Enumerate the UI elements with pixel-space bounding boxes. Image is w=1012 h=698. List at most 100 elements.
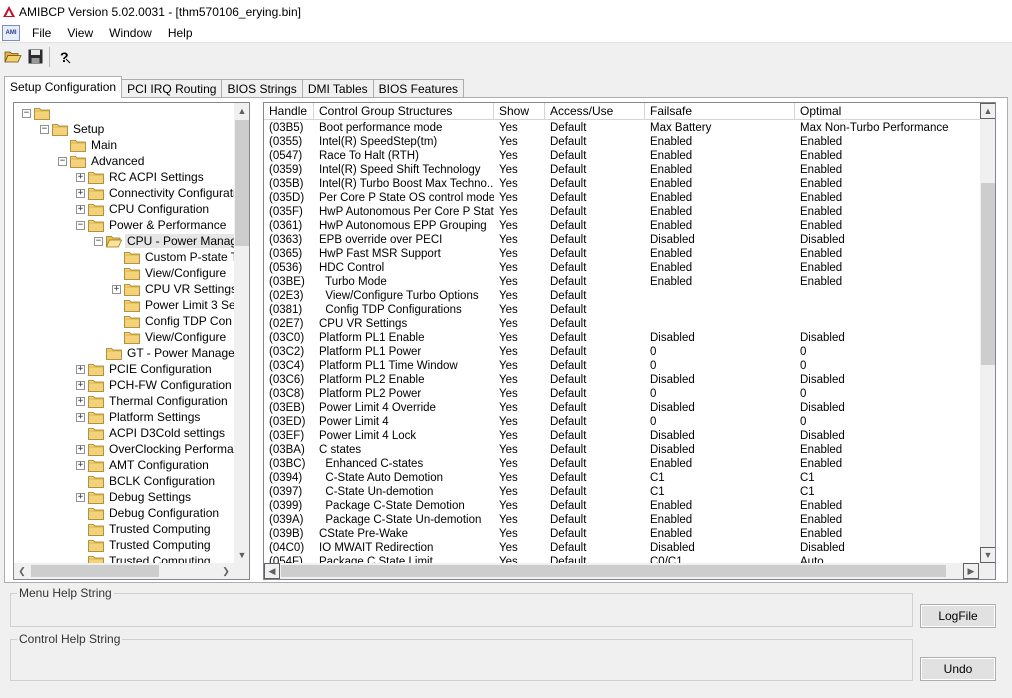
tree-item[interactable]: Custom P-state T — [112, 249, 234, 265]
cell-failsafe[interactable]: Enabled — [645, 527, 795, 541]
table-row[interactable]: (03BC) Enhanced C-states Yes Default Enable… — [264, 457, 980, 471]
cell-handle[interactable]: (03ED) — [264, 415, 314, 429]
column-header-access-use[interactable]: Access/Use — [545, 103, 645, 120]
tree-item-label[interactable]: Thermal Configuration — [107, 394, 230, 408]
grid-hscroll-thumb[interactable] — [281, 565, 946, 577]
cell-control-group[interactable]: IO MWAIT Redirection — [314, 541, 494, 555]
cell-optimal[interactable]: 0 — [795, 387, 980, 401]
cell-optimal[interactable]: Enabled — [795, 261, 980, 275]
expand-icon[interactable]: + — [76, 412, 85, 422]
cell-show[interactable]: Yes — [494, 387, 545, 401]
tree-item[interactable]: + CPU VR Settings — [112, 281, 234, 297]
cell-handle[interactable]: (02E7) — [264, 317, 314, 331]
tree-item[interactable]: − Setup — [40, 121, 106, 137]
cell-show[interactable]: Yes — [494, 471, 545, 485]
cell-control-group[interactable]: C states — [314, 443, 494, 457]
tree-item-label[interactable]: Connectivity Configuration — [107, 186, 234, 200]
tree-item[interactable]: + Platform Settings — [76, 409, 202, 425]
tree-item[interactable]: Debug Configuration — [76, 505, 221, 521]
cell-failsafe[interactable] — [645, 289, 795, 303]
table-row[interactable]: (0536) HDC Control Yes Default Enabled Enable… — [264, 261, 980, 275]
tree-item[interactable]: + PCH-FW Configuration — [76, 377, 234, 393]
cell-optimal[interactable]: Enabled — [795, 191, 980, 205]
cell-failsafe[interactable]: Disabled — [645, 233, 795, 247]
cell-control-group[interactable]: Platform PL2 Power — [314, 387, 494, 401]
cell-control-group[interactable]: Intel(R) Turbo Boost Max Techno... — [314, 177, 494, 191]
scroll-left-arrow-icon[interactable]: ◀ — [264, 563, 280, 579]
cell-control-group[interactable]: Power Limit 4 Lock — [314, 429, 494, 443]
tree-item[interactable]: + Thermal Configuration — [76, 393, 230, 409]
cell-access-use[interactable]: Default — [545, 317, 645, 331]
tree-item-label[interactable]: OverClocking Performance — [107, 442, 234, 456]
cell-access-use[interactable]: Default — [545, 527, 645, 541]
cell-show[interactable]: Yes — [494, 261, 545, 275]
cell-failsafe[interactable]: C1 — [645, 471, 795, 485]
cell-control-group[interactable]: Platform PL1 Time Window — [314, 359, 494, 373]
cell-failsafe[interactable] — [645, 317, 795, 331]
table-row[interactable]: (0359) Intel(R) Speed Shift Technology Yes… — [264, 163, 980, 177]
expand-icon[interactable]: + — [112, 284, 121, 294]
cell-control-group[interactable]: HwP Fast MSR Support — [314, 247, 494, 261]
cell-failsafe[interactable]: Enabled — [645, 205, 795, 219]
cell-access-use[interactable]: Default — [545, 149, 645, 163]
cell-access-use[interactable]: Default — [545, 457, 645, 471]
cell-control-group[interactable]: Boot performance mode — [314, 121, 494, 135]
cell-handle[interactable]: (035F) — [264, 205, 314, 219]
tree-item-label[interactable]: Debug Settings — [107, 490, 193, 504]
tree-item[interactable]: − CPU - Power Management — [94, 233, 234, 249]
menu-window[interactable]: Window — [101, 24, 160, 42]
cell-access-use[interactable]: Default — [545, 359, 645, 373]
cell-show[interactable]: Yes — [494, 415, 545, 429]
cell-show[interactable]: Yes — [494, 191, 545, 205]
document-icon[interactable]: AMI — [2, 24, 20, 41]
tree-item[interactable]: Config TDP Con — [112, 313, 234, 329]
cell-optimal[interactable] — [795, 303, 980, 317]
cell-show[interactable]: Yes — [494, 303, 545, 317]
tab-bios-strings[interactable]: BIOS Strings — [221, 79, 303, 98]
cell-access-use[interactable]: Default — [545, 541, 645, 555]
cell-access-use[interactable]: Default — [545, 275, 645, 289]
cell-handle[interactable]: (0547) — [264, 149, 314, 163]
table-row[interactable]: (0355) Intel(R) SpeedStep(tm) Yes Default En… — [264, 135, 980, 149]
tree-item[interactable]: Power Limit 3 Set — [112, 297, 234, 313]
table-row[interactable]: (0365) HwP Fast MSR Support Yes Default Enab… — [264, 247, 980, 261]
cell-show[interactable]: Yes — [494, 135, 545, 149]
table-row[interactable]: (03C0) Platform PL1 Enable Yes Default Disab… — [264, 331, 980, 345]
tree-item[interactable]: GT - Power Management — [94, 345, 234, 361]
tree-item[interactable]: + RC ACPI Settings — [76, 169, 206, 185]
cell-control-group[interactable]: Turbo Mode — [314, 275, 494, 289]
tree-item[interactable]: + PCIE Configuration — [76, 361, 214, 377]
cell-control-group[interactable]: C-State Auto Demotion — [314, 471, 494, 485]
cell-access-use[interactable]: Default — [545, 443, 645, 457]
expand-icon[interactable]: + — [76, 492, 85, 502]
cell-handle[interactable]: (03C8) — [264, 387, 314, 401]
cell-failsafe[interactable]: Disabled — [645, 443, 795, 457]
tree-item-label[interactable]: Advanced — [89, 154, 146, 168]
cell-access-use[interactable]: Default — [545, 289, 645, 303]
cell-handle[interactable]: (03BE) — [264, 275, 314, 289]
tree-item-label[interactable]: Main — [89, 138, 119, 152]
scroll-down-arrow-icon[interactable]: ▼ — [980, 547, 995, 563]
cell-handle[interactable]: (03C4) — [264, 359, 314, 373]
cell-show[interactable]: Yes — [494, 149, 545, 163]
cell-failsafe[interactable]: Enabled — [645, 247, 795, 261]
collapse-icon[interactable]: − — [76, 220, 85, 230]
cell-failsafe[interactable]: Enabled — [645, 191, 795, 205]
cell-optimal[interactable] — [795, 289, 980, 303]
menu-file[interactable]: File — [24, 24, 59, 42]
tree-item-label[interactable]: CPU Configuration — [107, 202, 211, 216]
cell-handle[interactable]: (03BA) — [264, 443, 314, 457]
cell-handle[interactable]: (0399) — [264, 499, 314, 513]
logfile-button[interactable]: LogFile — [920, 604, 996, 628]
tree-horizontal-scrollbar[interactable]: ❮ ❯ — [14, 563, 234, 579]
table-row[interactable]: (039B) CState Pre-Wake Yes Default Enabled En… — [264, 527, 980, 541]
cell-show[interactable]: Yes — [494, 429, 545, 443]
cell-control-group[interactable]: View/Configure Turbo Options — [314, 289, 494, 303]
tree-item[interactable]: + AMT Configuration — [76, 457, 211, 473]
table-row[interactable]: (0363) EPB override over PECI Yes Default Di… — [264, 233, 980, 247]
cell-optimal[interactable] — [795, 317, 980, 331]
table-row[interactable]: (02E7) CPU VR Settings Yes Default — [264, 317, 980, 331]
cell-control-group[interactable]: Power Limit 4 Override — [314, 401, 494, 415]
cell-show[interactable]: Yes — [494, 121, 545, 135]
cell-failsafe[interactable]: Enabled — [645, 149, 795, 163]
